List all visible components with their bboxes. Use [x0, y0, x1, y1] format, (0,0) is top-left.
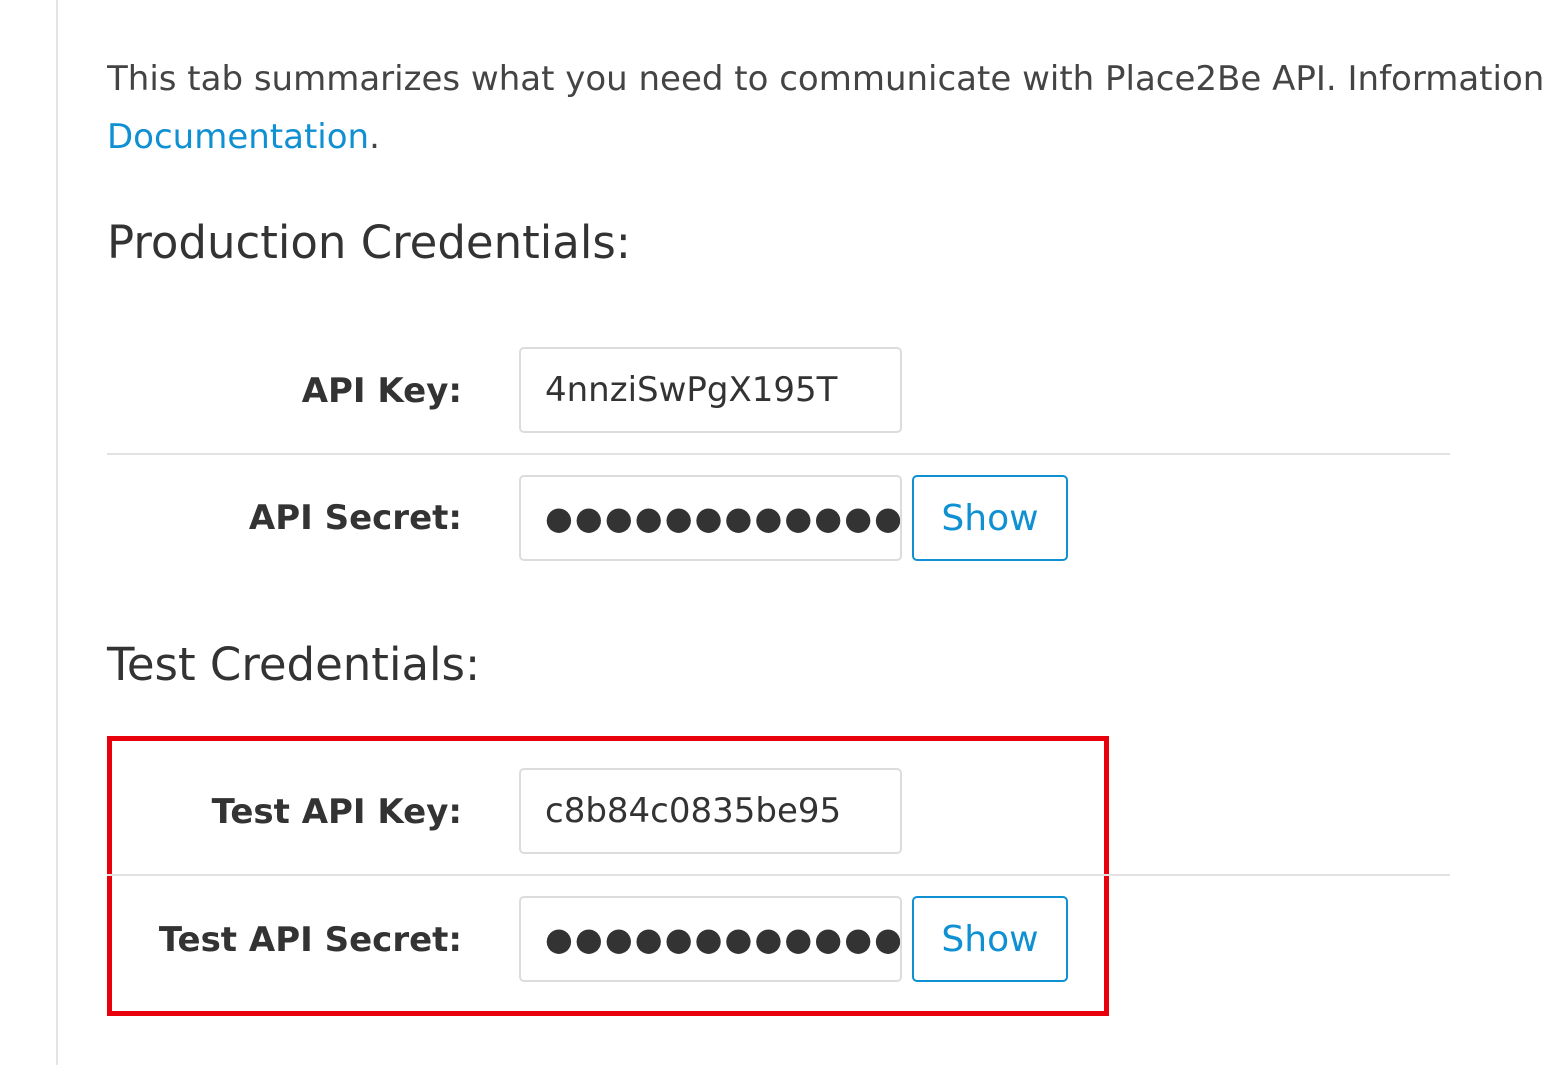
- api-key-field[interactable]: [519, 347, 902, 433]
- api-key-label: API Key:: [301, 371, 462, 411]
- credentials-page: This tab summarizes what you need to com…: [0, 0, 1560, 1065]
- documentation-link[interactable]: Documentation: [107, 117, 369, 157]
- intro-period: .: [369, 117, 380, 157]
- test-divider: [107, 874, 1450, 876]
- show-api-secret-button[interactable]: Show: [912, 475, 1068, 561]
- intro-text: This tab summarizes what you need to com…: [107, 59, 1545, 99]
- test-api-secret-label: Test API Secret:: [158, 920, 462, 960]
- test-api-key-field[interactable]: [519, 768, 902, 854]
- show-test-api-secret-button[interactable]: Show: [912, 896, 1068, 982]
- test-credentials-title: Test Credentials:: [107, 638, 481, 691]
- left-border: [56, 0, 58, 1065]
- api-secret-label: API Secret:: [248, 498, 462, 538]
- production-credentials-title: Production Credentials:: [107, 216, 631, 269]
- test-api-key-label: Test API Key:: [211, 792, 462, 832]
- production-divider: [107, 453, 1450, 455]
- intro-paragraph: This tab summarizes what you need to com…: [107, 50, 1560, 166]
- api-secret-field[interactable]: [519, 475, 902, 561]
- test-api-secret-field[interactable]: [519, 896, 902, 982]
